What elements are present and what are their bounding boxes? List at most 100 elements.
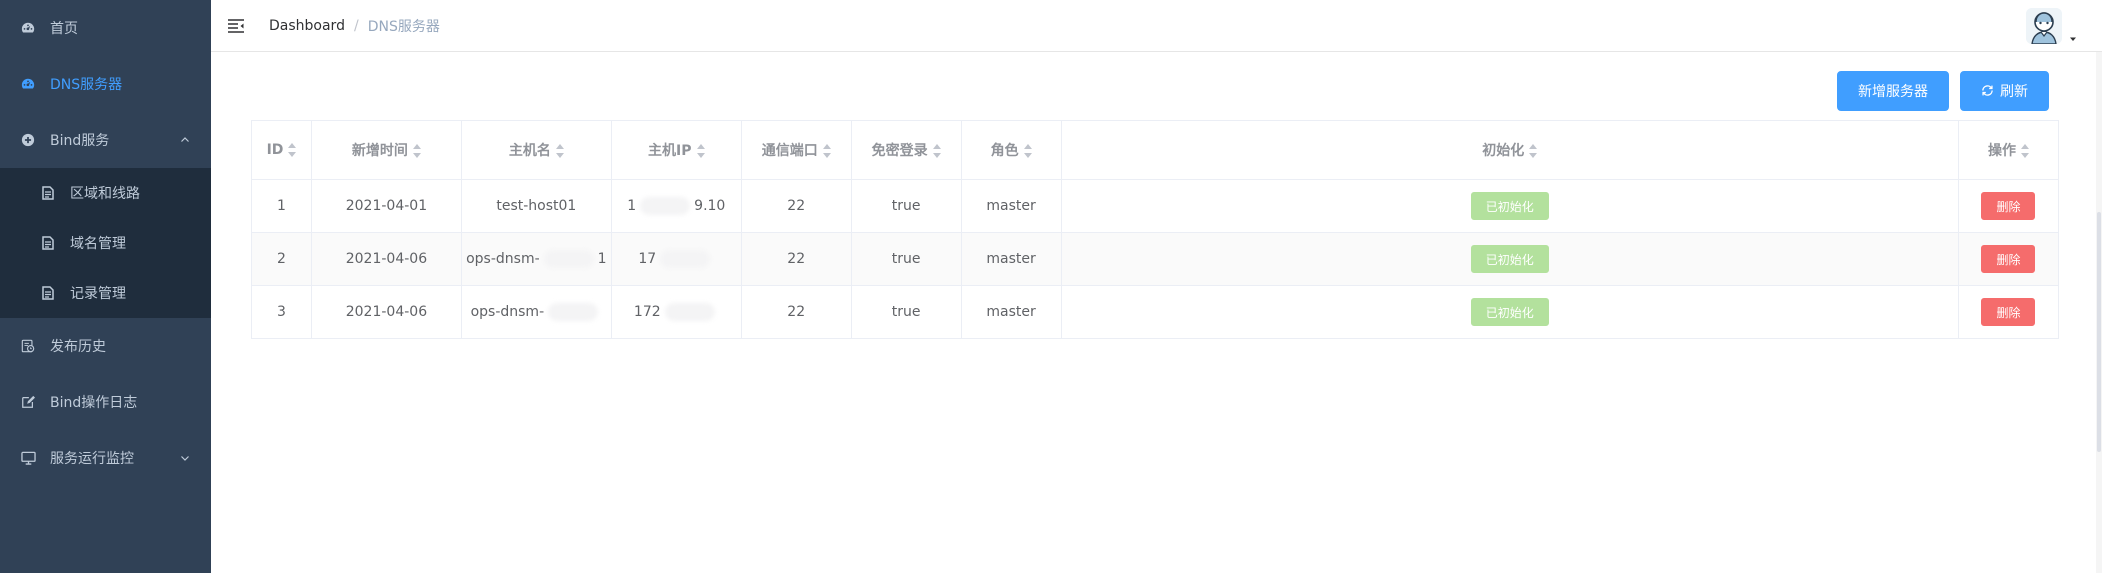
sidebar-item-label: 域名管理 [70,236,126,252]
sidebar-item-label: 发布历史 [50,339,106,355]
cell-port: 22 [740,232,852,286]
column-header-init[interactable]: 初始化 [1060,120,1959,180]
init-status-tag: 已初始化 [1470,245,1549,273]
plus-circle-icon [20,132,36,148]
cell-id: 2 [251,232,312,286]
cell-id: 3 [251,285,312,339]
cell-init: 已初始化 [1060,179,1959,233]
init-status-tag: 已初始化 [1470,298,1549,326]
chevron-up-icon [179,134,191,146]
caret-down-icon[interactable] [2068,32,2078,42]
redaction-mask [543,250,594,268]
redaction-mask [548,303,599,321]
scrollbar-thumb[interactable] [2097,212,2101,452]
document-icon [40,235,56,251]
cell-actions: 删除 [1957,179,2060,233]
document-icon [40,185,56,201]
dashboard-icon [20,20,36,36]
cell-init: 已初始化 [1060,232,1959,286]
column-header-hostname[interactable]: 主机名 [460,120,612,180]
cell-role: master [960,232,1062,286]
column-header-actions[interactable]: 操作 [1957,120,2060,180]
app-root: 首页 DNS服务器 Bind服务 区域和线路 域名管理 记录管理 发布历史 Bi… [0,0,2102,573]
sidebar-item-label: 区域和线路 [70,186,140,202]
main-content: 新增服务器 刷新 ID 新增时间 主机名 主机IP 通信端口 免密登录 角色 初… [211,52,2102,573]
delete-button[interactable]: 删除 [1981,192,2036,220]
column-header-id[interactable]: ID [251,120,312,180]
dns-server-table: ID 新增时间 主机名 主机IP 通信端口 免密登录 角色 初始化 操作 1 2… [251,120,2060,339]
cell-ip: 172 [610,285,742,339]
sort-icon[interactable] [555,144,564,158]
column-header-nopass[interactable]: 免密登录 [850,120,962,180]
redaction-mask [660,250,711,268]
dashboard-icon [20,76,36,92]
cell-ip: 17 [610,232,742,286]
column-header-created[interactable]: 新增时间 [310,120,462,180]
column-header-port[interactable]: 通信端口 [740,120,852,180]
cell-actions: 删除 [1957,285,2060,339]
refresh-icon [1981,84,1995,98]
table-row: 3 2021-04-06 ops-dnsm- 172 22 true maste… [251,285,2060,339]
cell-init: 已初始化 [1060,285,1959,339]
cell-created: 2021-04-06 [310,285,462,339]
sort-icon[interactable] [2020,144,2029,158]
sidebar-item-record-management[interactable]: 记录管理 [0,268,211,318]
sidebar-item-label: 首页 [50,21,78,37]
history-icon [20,338,36,354]
sidebar-item-bind-service[interactable]: Bind服务 [0,112,211,168]
document-icon [40,285,56,301]
column-header-role[interactable]: 角色 [960,120,1062,180]
breadcrumb-separator: / [353,17,359,34]
navbar: Dashboard / DNS服务器 [211,0,2102,52]
redaction-mask [664,303,715,321]
sidebar-item-dns-servers[interactable]: DNS服务器 [0,56,211,112]
breadcrumb: Dashboard / DNS服务器 [269,16,440,36]
refresh-label: 刷新 [2000,84,2028,100]
init-status-tag: 已初始化 [1470,192,1549,220]
sort-icon[interactable] [696,144,705,158]
sort-icon[interactable] [1529,144,1538,158]
sidebar-item-label: 记录管理 [70,286,126,302]
cell-ip: 1 9.10 [610,179,742,233]
breadcrumb-current: DNS服务器 [367,18,440,35]
sidebar-item-service-monitor[interactable]: 服务运行监控 [0,430,211,486]
cell-nopass: true [850,179,962,233]
refresh-button[interactable]: 刷新 [1960,71,2049,111]
column-header-ip[interactable]: 主机IP [610,120,742,180]
cell-created: 2021-04-06 [310,232,462,286]
cell-hostname: ops-dnsm- [460,285,612,339]
cell-hostname: test-host01 [460,179,612,233]
avatar[interactable] [2026,8,2062,44]
sidebar-item-zones-lines[interactable]: 区域和线路 [0,168,211,218]
breadcrumb-home[interactable]: Dashboard [269,18,345,34]
sidebar-item-home[interactable]: 首页 [0,0,211,56]
delete-button[interactable]: 删除 [1981,298,2036,326]
delete-button[interactable]: 删除 [1981,245,2036,273]
add-server-button[interactable]: 新增服务器 [1837,71,1949,111]
sidebar-item-label: DNS服务器 [50,77,123,93]
hamburger-icon[interactable] [227,17,245,35]
user-menu[interactable] [2026,8,2078,44]
sidebar-item-domain-management[interactable]: 域名管理 [0,218,211,268]
table-header-row: ID 新增时间 主机名 主机IP 通信端口 免密登录 角色 初始化 操作 [251,120,2060,180]
vertical-scrollbar[interactable] [2096,52,2102,573]
sort-icon[interactable] [288,143,297,157]
cell-created: 2021-04-01 [310,179,462,233]
chevron-down-icon [179,452,191,464]
sort-icon[interactable] [1023,144,1032,158]
sidebar-item-publish-history[interactable]: 发布历史 [0,318,211,374]
sort-icon[interactable] [412,144,421,158]
cell-actions: 删除 [1957,232,2060,286]
cell-id: 1 [251,179,312,233]
sidebar: 首页 DNS服务器 Bind服务 区域和线路 域名管理 记录管理 发布历史 Bi… [0,0,211,573]
cell-role: master [960,179,1062,233]
sidebar-item-bind-log[interactable]: Bind操作日志 [0,374,211,430]
table-row: 1 2021-04-01 test-host01 1 9.10 22 true m… [251,179,2060,233]
cell-nopass: true [850,285,962,339]
table-row: 2 2021-04-06 ops-dnsm- 1 17 22 true maste… [251,232,2060,286]
add-server-label: 新增服务器 [1858,84,1928,100]
redaction-mask [640,197,691,215]
submenu-bind-service: 区域和线路 域名管理 记录管理 [0,168,211,318]
sort-icon[interactable] [822,144,831,158]
sort-icon[interactable] [932,144,941,158]
